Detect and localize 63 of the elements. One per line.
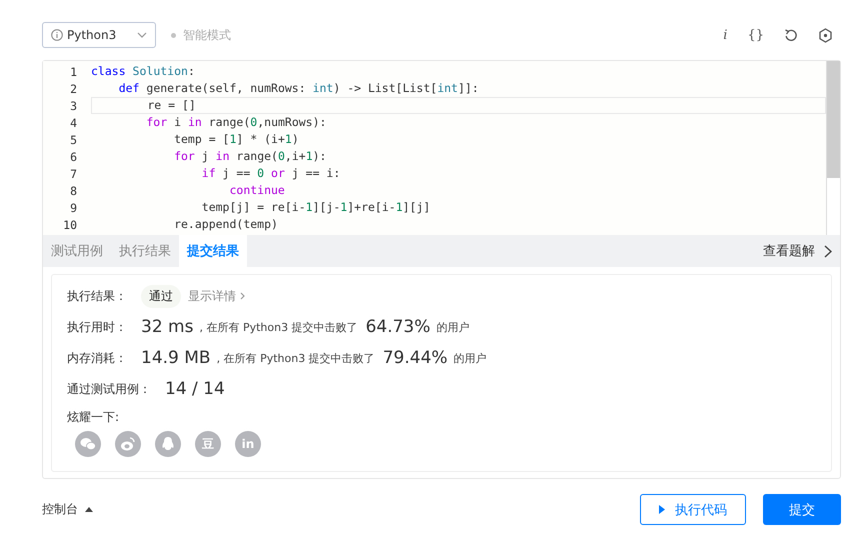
line-number: 8 xyxy=(69,184,78,198)
field-label: 执行结果： xyxy=(67,288,127,304)
run-code-button[interactable]: 执行代码 xyxy=(640,494,746,525)
code-editor[interactable] xyxy=(43,61,840,235)
stat-text: 的用户 xyxy=(454,350,487,366)
tab[interactable]: 测试用例 xyxy=(43,235,111,267)
chat-bubbles-icon[interactable] xyxy=(75,431,101,457)
field-label: 内存消耗： xyxy=(67,350,127,366)
share-label: 炫耀一下: xyxy=(67,409,120,426)
console-toggle[interactable]: 控制台 xyxy=(42,501,93,518)
details-link[interactable]: 显示详情 xyxy=(188,288,236,304)
code-line: if j == 0 or j == i: xyxy=(200,165,342,182)
info-icon xyxy=(51,29,63,41)
code-line: def generate(self, numRows: int) -> List[List[int]]: xyxy=(118,80,480,97)
stat-percent: 64.73% xyxy=(366,317,430,337)
line-number: 7 xyxy=(69,166,78,180)
penguin-icon[interactable] xyxy=(155,431,181,457)
share-button[interactable]: 豆 xyxy=(195,431,221,457)
line-number: 3 xyxy=(69,98,78,112)
triangle-up-icon xyxy=(85,507,93,512)
share-button[interactable]: in xyxy=(235,431,261,457)
code-line: continue xyxy=(228,182,286,199)
scrollbar[interactable] xyxy=(826,61,840,235)
scroll-thumb[interactable] xyxy=(827,61,840,178)
stat-text: , 在所有 Python3 提交中击败了 xyxy=(199,320,358,334)
chevron-right-icon xyxy=(824,244,832,258)
code-line: re.append(temp) xyxy=(173,216,279,233)
line-number: 4 xyxy=(69,116,78,130)
language-name: Python3 xyxy=(67,28,118,42)
play-icon xyxy=(659,505,665,514)
swirl-icon[interactable] xyxy=(115,431,141,457)
stat-text: 的用户 xyxy=(436,320,470,334)
code-line: for j in range(0,i+1): xyxy=(173,148,328,165)
field-label: 通过测试用例： xyxy=(67,380,151,398)
line-number: 5 xyxy=(69,132,78,146)
code-line: temp = [1] * (i+1) xyxy=(173,131,300,148)
field-label: 执行用时： xyxy=(67,318,127,336)
toolbar-button[interactable]: {} xyxy=(747,28,764,42)
stat-value: 14.9 MB xyxy=(141,348,211,368)
tab[interactable]: 执行结果 xyxy=(111,235,179,267)
chevron-right-icon xyxy=(240,292,245,300)
submit-button[interactable]: 提交 xyxy=(763,494,841,525)
status-badge: 通过 xyxy=(141,284,181,308)
line-number: 10 xyxy=(62,218,78,232)
toolbar-button[interactable]: i xyxy=(723,28,728,42)
stat-text: , 在所有 Python3 提交中击败了 xyxy=(216,350,375,366)
line-number: 6 xyxy=(69,150,78,164)
code-line: for i in range(0,numRows): xyxy=(145,114,328,131)
line-number: 9 xyxy=(69,200,78,214)
settings-icon[interactable] xyxy=(818,28,833,42)
language-select[interactable]: Python3 xyxy=(42,22,156,48)
mode-toggle[interactable]: 智能模式 xyxy=(183,26,231,44)
reset-icon[interactable] xyxy=(784,28,798,42)
code-line: class Solution: xyxy=(91,63,196,80)
line-number: 2 xyxy=(69,82,78,96)
test-count: 14 / 14 xyxy=(165,379,225,399)
stat-value: 32 ms xyxy=(141,317,194,337)
chevron-down-icon xyxy=(137,32,147,38)
solution-link[interactable]: 查看题解 xyxy=(763,242,815,260)
stat-percent: 79.44% xyxy=(382,348,448,368)
code-line: temp[j] = re[i-1][j-1]+re[i-1][j] xyxy=(200,199,432,216)
tab[interactable]: 提交结果 xyxy=(179,235,247,267)
line-number: 1 xyxy=(69,64,78,78)
